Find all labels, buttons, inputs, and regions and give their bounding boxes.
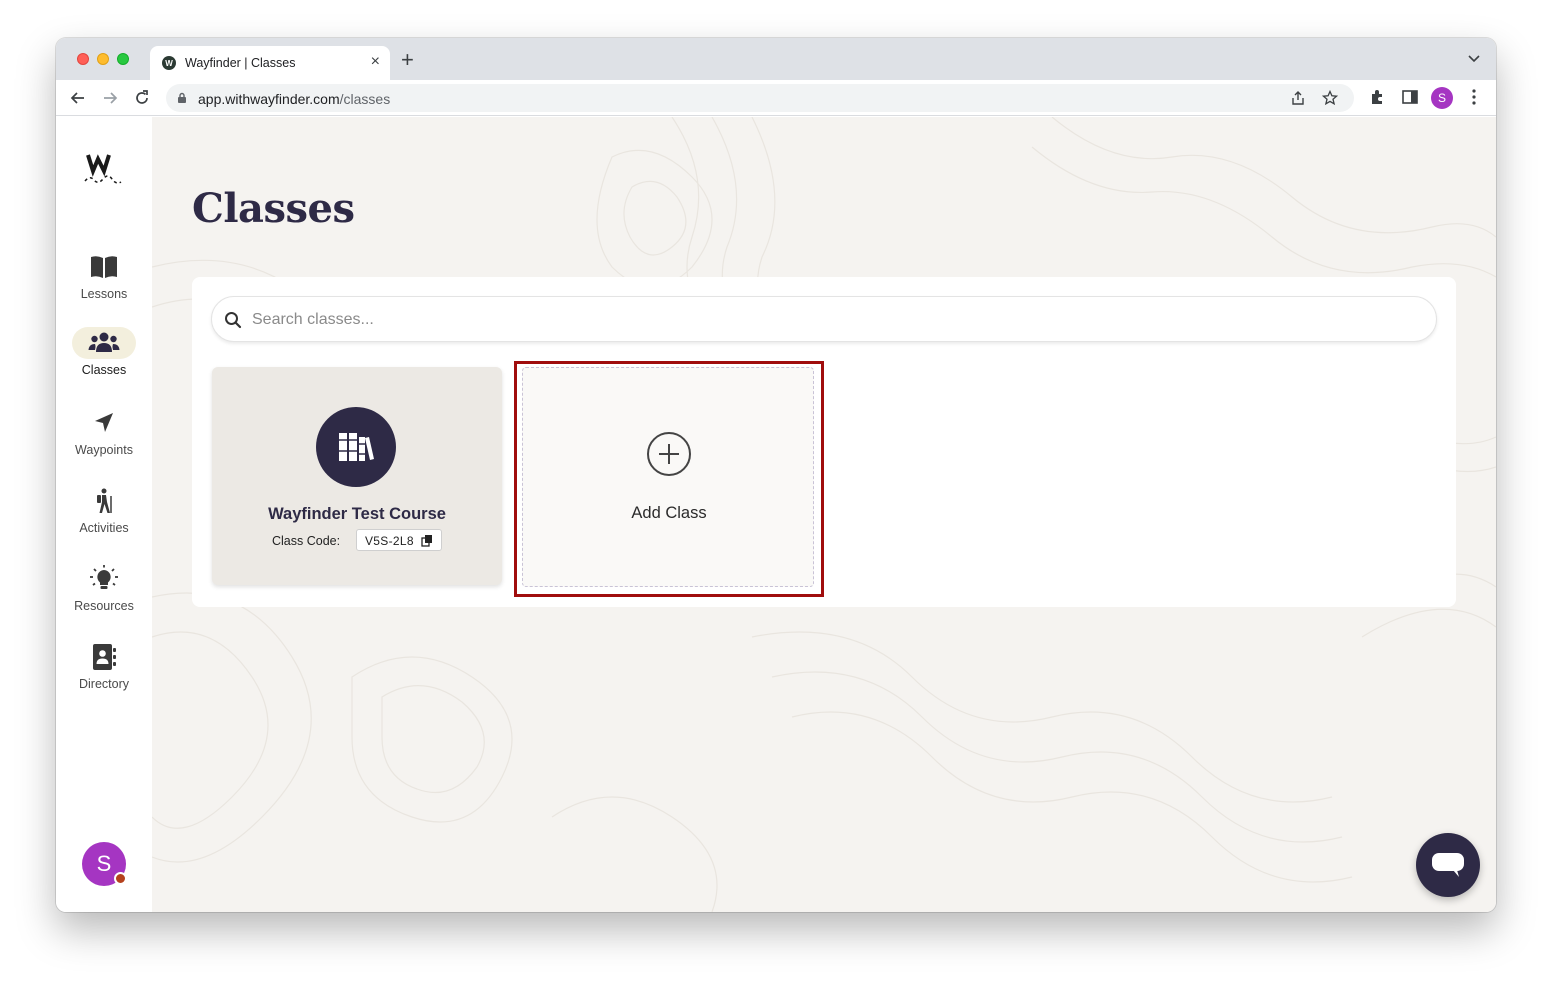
tab-title: Wayfinder | Classes bbox=[185, 56, 296, 70]
search-icon bbox=[225, 312, 242, 329]
copy-icon[interactable] bbox=[421, 534, 433, 547]
bookmark-star-icon[interactable] bbox=[1322, 90, 1338, 106]
browser-menu-icon[interactable] bbox=[1466, 88, 1482, 106]
add-class-label: Add Class bbox=[631, 504, 707, 522]
url-path: /classes bbox=[339, 91, 391, 107]
status-indicator bbox=[114, 872, 127, 885]
hiker-icon bbox=[88, 485, 120, 517]
sidebar-item-label: Waypoints bbox=[75, 443, 133, 457]
sidebar-item-activities[interactable]: Activities bbox=[56, 485, 152, 549]
app: Lessons Classes Waypoints Activities Res… bbox=[56, 117, 1496, 912]
classes-panel: Wayfinder Test Course Class Code: V5S-2L… bbox=[192, 277, 1456, 607]
lock-icon bbox=[178, 92, 186, 103]
browser-toolbar: app.withwayfinder.com/classes S bbox=[56, 80, 1496, 116]
main-content: Classes Search classes... Wayfinder Test… bbox=[152, 117, 1496, 912]
class-card[interactable]: Wayfinder Test Course Class Code: V5S-2L… bbox=[212, 367, 502, 585]
add-class-button[interactable]: Add Class bbox=[522, 367, 814, 587]
tab-close-icon[interactable]: × bbox=[371, 54, 380, 70]
extensions-icon[interactable] bbox=[1369, 88, 1387, 106]
close-window-button[interactable] bbox=[77, 53, 89, 65]
browser-tab[interactable]: W Wayfinder | Classes × bbox=[150, 46, 390, 80]
browser-profile-avatar[interactable]: S bbox=[1431, 87, 1453, 109]
class-name: Wayfinder Test Course bbox=[268, 505, 446, 523]
sidebar-item-lessons[interactable]: Lessons bbox=[56, 251, 152, 315]
side-panel-icon[interactable] bbox=[1401, 88, 1419, 106]
sidebar-item-label: Classes bbox=[81, 363, 127, 377]
tab-strip: W Wayfinder | Classes × + bbox=[56, 38, 1496, 80]
class-code-label: Class Code: bbox=[272, 534, 341, 548]
url-host: app.withwayfinder.com bbox=[198, 91, 340, 107]
chat-bubble-icon bbox=[1432, 853, 1464, 877]
sidebar: Lessons Classes Waypoints Activities Res… bbox=[56, 117, 152, 912]
sidebar-item-directory[interactable]: Directory bbox=[56, 641, 152, 705]
class-icon bbox=[316, 407, 396, 487]
search-bar bbox=[211, 296, 1437, 342]
sidebar-item-resources[interactable]: Resources bbox=[56, 563, 152, 627]
sidebar-item-label: Resources bbox=[74, 599, 134, 613]
reload-icon[interactable] bbox=[132, 88, 152, 108]
url-text: app.withwayfinder.com/classes bbox=[198, 91, 390, 107]
page-title: Classes bbox=[192, 185, 355, 232]
minimize-window-button[interactable] bbox=[97, 53, 109, 65]
users-icon bbox=[72, 327, 136, 359]
lightbulb-icon bbox=[88, 563, 120, 595]
class-code-copy-button[interactable]: V5S-2L8 bbox=[356, 529, 442, 551]
chat-button[interactable] bbox=[1416, 833, 1480, 897]
address-book-icon bbox=[88, 641, 120, 673]
sidebar-item-waypoints[interactable]: Waypoints bbox=[56, 407, 152, 471]
tab-search-chevron-icon[interactable] bbox=[1468, 55, 1480, 63]
sidebar-item-label: Directory bbox=[78, 677, 129, 691]
sidebar-item-classes[interactable]: Classes bbox=[56, 327, 152, 391]
maximize-window-button[interactable] bbox=[117, 53, 129, 65]
plus-circle-icon bbox=[647, 432, 691, 476]
sidebar-item-label: Lessons bbox=[80, 287, 128, 301]
address-bar[interactable]: app.withwayfinder.com/classes bbox=[166, 84, 1354, 112]
location-arrow-icon bbox=[88, 407, 120, 439]
books-icon bbox=[339, 433, 374, 461]
search-input[interactable] bbox=[252, 307, 1412, 333]
new-tab-button[interactable]: + bbox=[401, 49, 414, 71]
book-icon bbox=[88, 251, 120, 283]
wayfinder-logo[interactable] bbox=[82, 151, 126, 191]
share-icon[interactable] bbox=[1290, 90, 1306, 106]
forward-icon[interactable] bbox=[100, 88, 120, 108]
favicon-icon: W bbox=[162, 56, 176, 70]
sidebar-item-label: Activities bbox=[79, 521, 129, 535]
browser-window: W Wayfinder | Classes × + app.withwayfin… bbox=[56, 38, 1496, 912]
class-code-value: V5S-2L8 bbox=[365, 534, 414, 548]
back-icon[interactable] bbox=[68, 88, 88, 108]
